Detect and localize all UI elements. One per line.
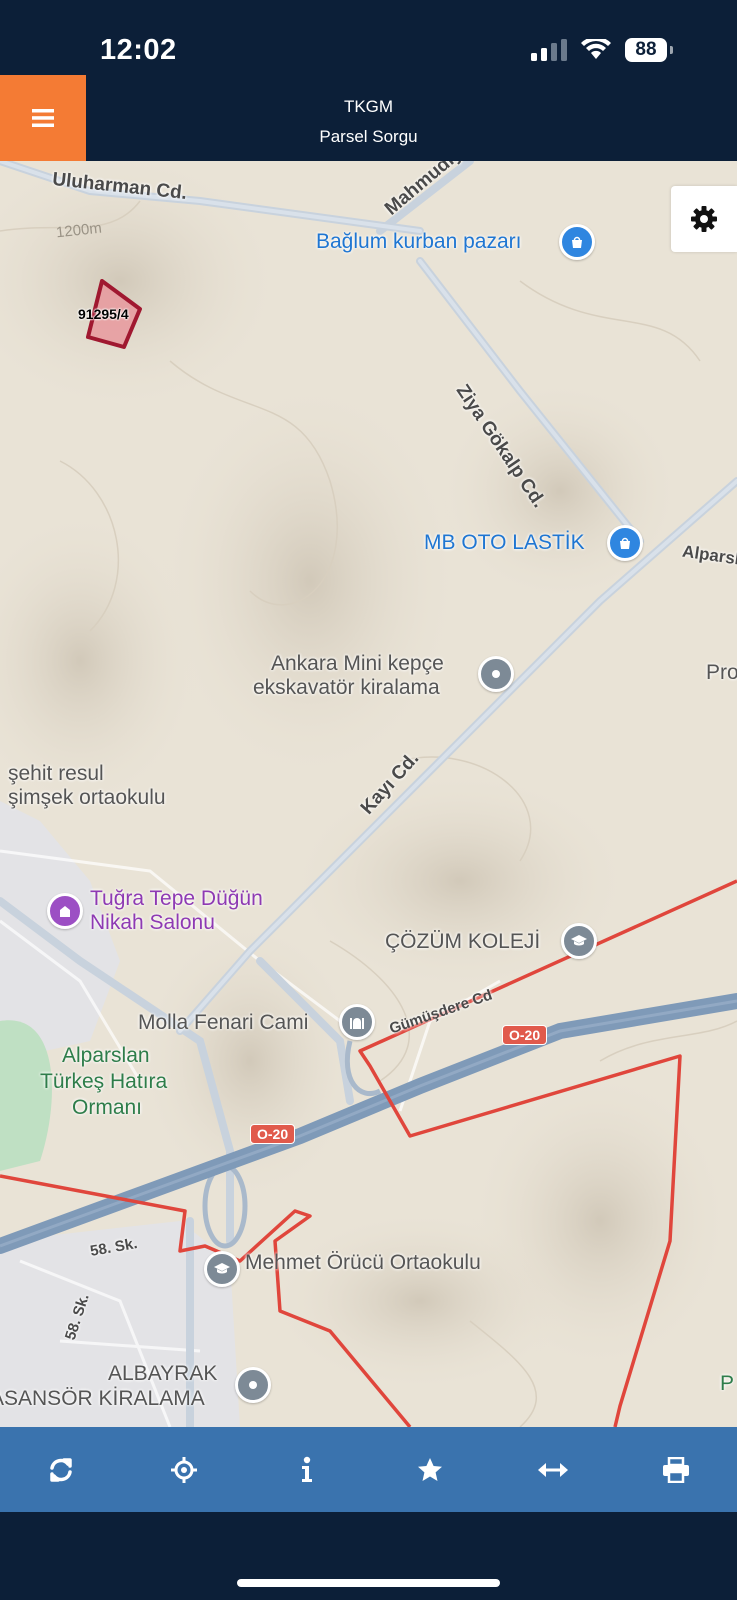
poi-cozum-label[interactable]: ÇÖZÜM KOLEJİ (385, 930, 540, 954)
battery-indicator: 88 (625, 38, 673, 62)
parcel-label[interactable]: 91295/4 (78, 306, 129, 322)
poi-molla-label[interactable]: Molla Fenari Cami (138, 1011, 308, 1035)
star-icon (417, 1457, 442, 1481)
poi-albayrak-label-1[interactable]: ALBAYRAK (108, 1362, 217, 1386)
shopping-bag-icon[interactable] (559, 224, 595, 260)
school-icon[interactable] (204, 1251, 240, 1287)
poi-park-label-2[interactable]: Türkeş Hatıra (40, 1069, 167, 1095)
poi-p-label[interactable]: P (720, 1371, 734, 1397)
refresh-icon (50, 1457, 73, 1482)
poi-albayrak-label-2[interactable]: ASANSÖR KİRALAMA (0, 1387, 205, 1411)
status-icons: 88 (531, 38, 673, 62)
wedding-hall-icon[interactable] (47, 893, 83, 929)
gear-icon (691, 206, 717, 232)
mosque-icon[interactable] (339, 1004, 375, 1040)
map-pin-icon[interactable] (478, 656, 514, 692)
poi-tugra-label-1[interactable]: Tuğra Tepe Düğün (90, 887, 263, 911)
signal-icon (531, 39, 567, 61)
poi-sehit-label-2[interactable]: şimşek ortaokulu (8, 786, 166, 810)
info-icon (302, 1456, 313, 1482)
school-icon[interactable] (561, 923, 597, 959)
home-indicator[interactable] (237, 1579, 500, 1587)
refresh-button[interactable] (0, 1427, 123, 1512)
app-header: TKGM Parsel Sorgu (0, 75, 737, 161)
highway-shield: O-20 (250, 1124, 296, 1144)
locate-icon (171, 1456, 198, 1483)
favorite-button[interactable] (368, 1427, 491, 1512)
system-bottom-bar (0, 1512, 737, 1600)
measure-button[interactable] (491, 1427, 614, 1512)
poi-baglum-label[interactable]: Bağlum kurban pazarı (316, 230, 521, 254)
highway-shield: O-20 (502, 1025, 548, 1045)
print-button[interactable] (614, 1427, 737, 1512)
app-subtitle: Parsel Sorgu (319, 127, 418, 146)
poi-park-label-1[interactable]: Alparslan (62, 1043, 150, 1069)
poi-ankara-mini-label-2[interactable]: ekskavatör kiralama (253, 676, 440, 700)
shopping-bag-icon[interactable] (607, 525, 643, 561)
app-title: TKGM (343, 97, 394, 116)
poi-park-label-3[interactable]: Ormanı (72, 1095, 142, 1121)
poi-mb-oto-label[interactable]: MB OTO LASTİK (424, 531, 585, 555)
status-time: 12:02 (100, 34, 177, 66)
info-button[interactable] (246, 1427, 369, 1512)
map-view[interactable]: 91295/4 1200m Uluharman Cd. Mahmudiye Zi… (0, 161, 737, 1427)
poi-mehmet-label[interactable]: Mehmet Örücü Ortaokulu (245, 1251, 481, 1275)
poi-pro-label[interactable]: Pro (706, 661, 737, 685)
poi-ankara-mini-label-1[interactable]: Ankara Mini kepçe (271, 652, 444, 676)
poi-tugra-label-2[interactable]: Nikah Salonu (90, 911, 215, 935)
locate-button[interactable] (123, 1427, 246, 1512)
map-pin-icon[interactable] (235, 1367, 271, 1403)
poi-sehit-label-1[interactable]: şehit resul (8, 762, 104, 786)
status-bar: 12:02 88 (0, 0, 737, 75)
settings-button[interactable] (671, 186, 737, 252)
print-icon (662, 1456, 689, 1483)
menu-button[interactable] (0, 75, 86, 161)
wifi-icon (581, 39, 611, 59)
measure-icon (537, 1462, 568, 1477)
bottom-toolbar (0, 1427, 737, 1512)
